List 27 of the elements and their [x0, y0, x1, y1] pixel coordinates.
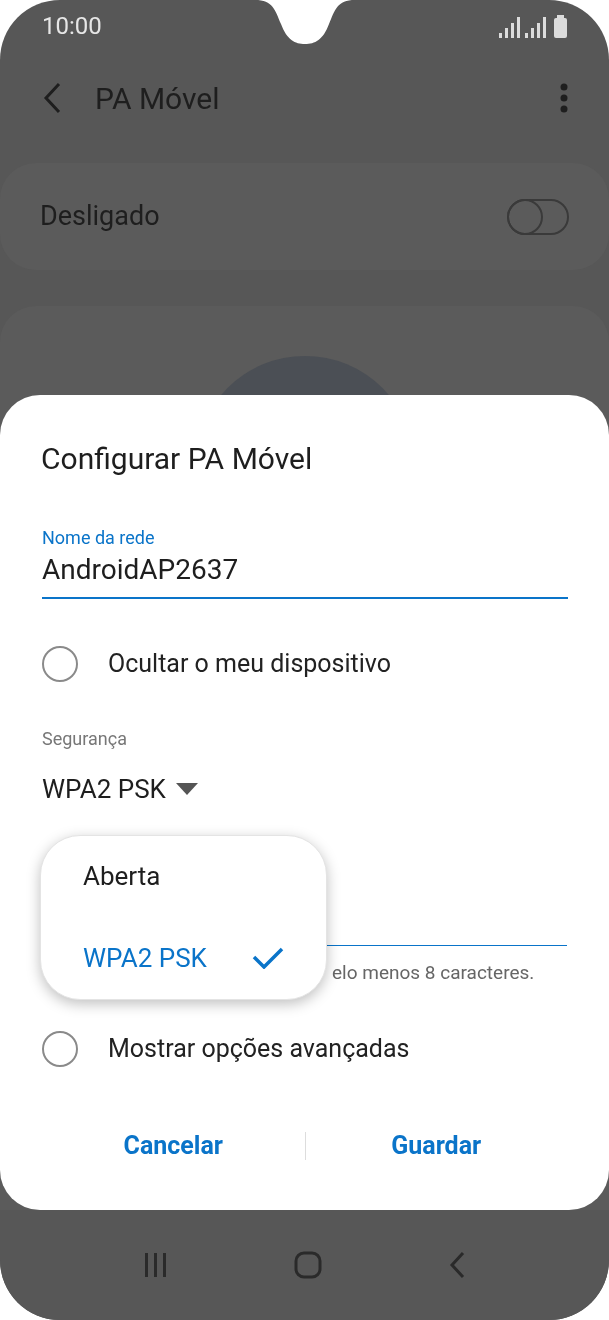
more-options-icon[interactable] — [560, 83, 568, 113]
toggle-switch[interactable] — [507, 198, 569, 235]
status-time: 10:00 — [42, 11, 102, 42]
radio-label: Ocultar o meu dispositivo — [108, 648, 392, 681]
screen-title: PA Móvel — [95, 79, 220, 118]
switch-label: Desligado — [40, 199, 160, 235]
security-label: Segurança — [42, 727, 128, 751]
network-name-field[interactable]: Nome da rede AndroidAP2637 — [42, 527, 568, 599]
dialog-button[interactable]: Guardar — [383, 1127, 490, 1165]
dialog-title: Configurar PA Móvel — [41, 440, 314, 478]
home-icon[interactable] — [294, 1251, 323, 1279]
radio-button[interactable] — [42, 1031, 78, 1067]
back-icon[interactable] — [448, 1251, 467, 1279]
security-dropdown[interactable]: WPA2 PSK — [42, 773, 198, 805]
dialog-button[interactable]: Cancelar — [115, 1127, 231, 1165]
signal-icon — [499, 16, 520, 38]
signal-icon — [525, 16, 546, 38]
password-hint: elo menos 8 caracteres. — [332, 960, 535, 986]
radio-button[interactable] — [42, 646, 78, 682]
back-icon[interactable] — [42, 82, 62, 114]
recent-apps-icon[interactable] — [142, 1253, 169, 1277]
dropdown-caret-icon — [175, 783, 198, 795]
menu-item[interactable]: WPA2 PSK — [83, 917, 284, 999]
menu-item[interactable]: Aberta — [83, 836, 284, 918]
battery-icon — [554, 14, 567, 38]
checkmark-icon — [252, 947, 284, 970]
radio-label: Mostrar opções avançadas — [108, 1033, 410, 1066]
